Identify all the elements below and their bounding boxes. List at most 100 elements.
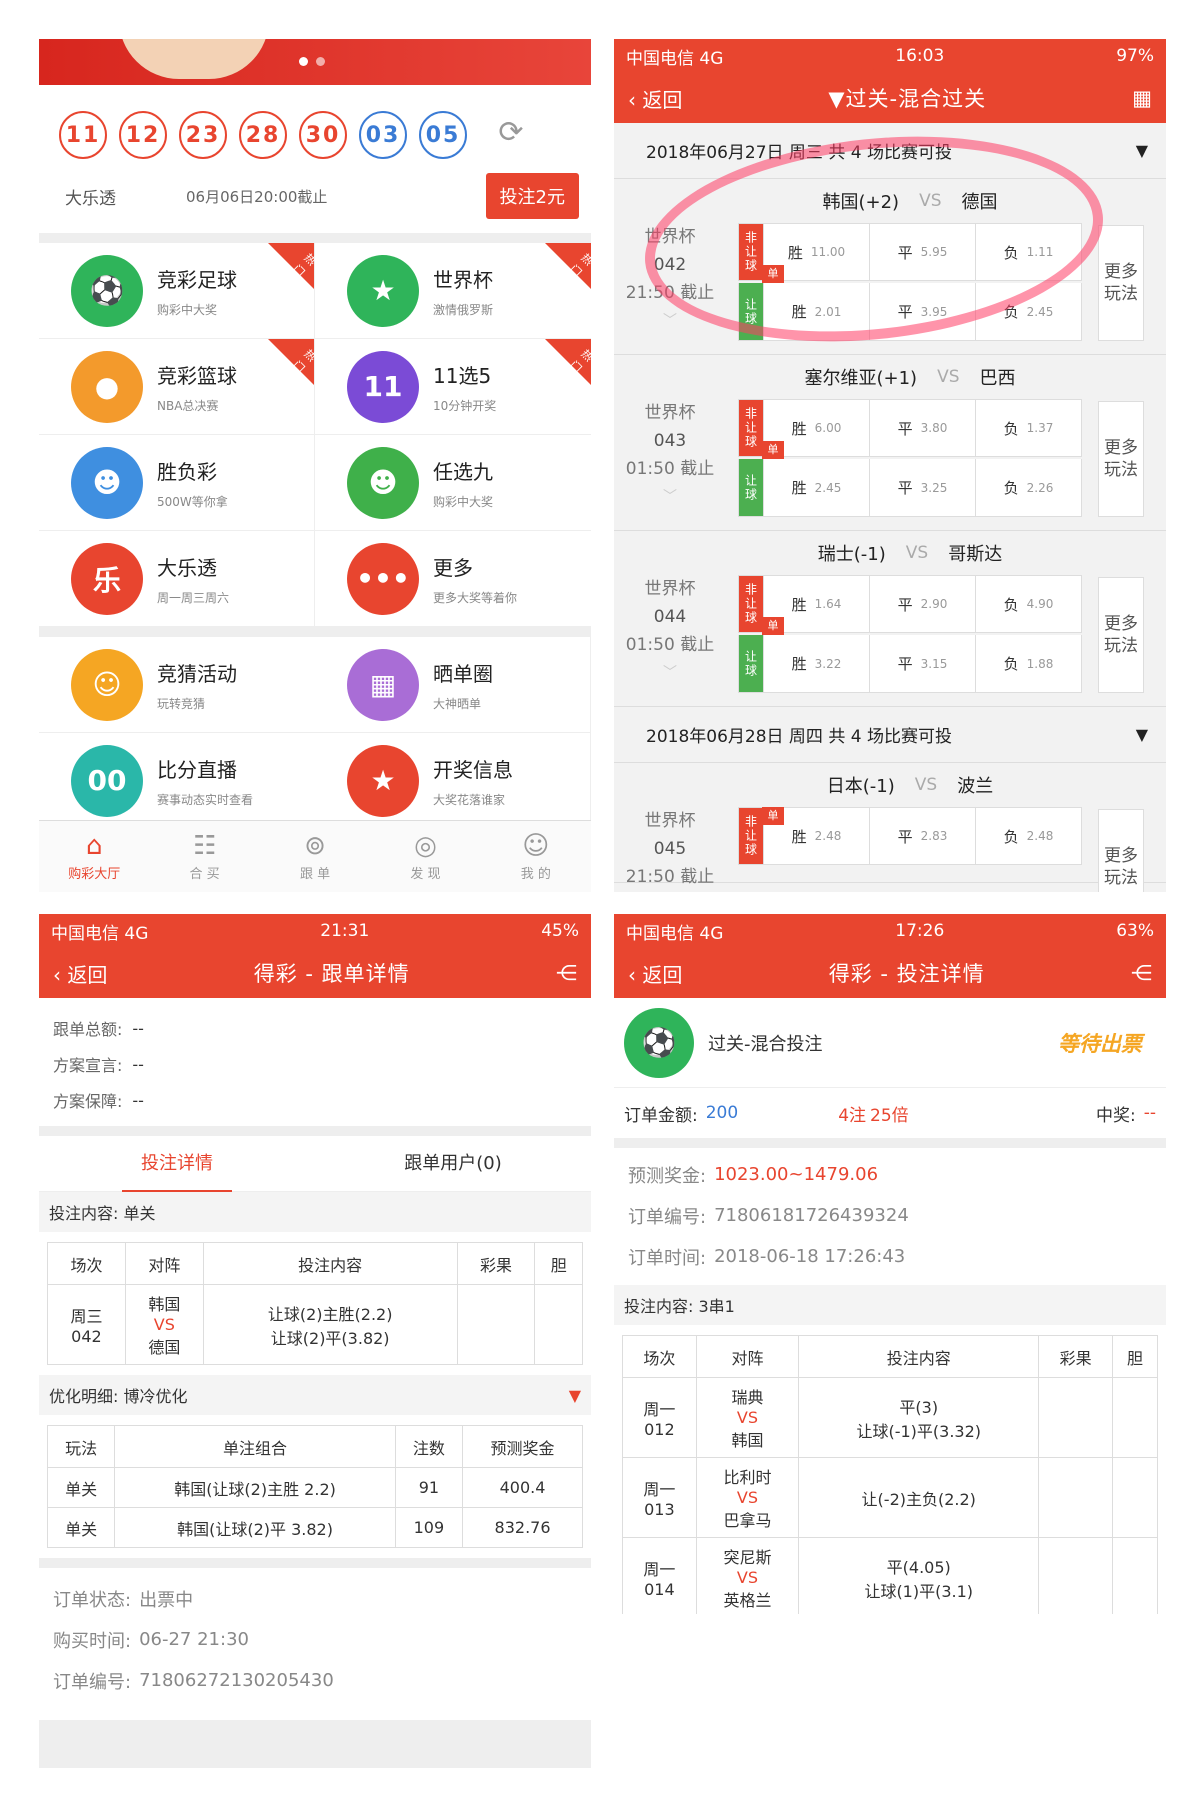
col-header: 玩法: [46, 1425, 116, 1468]
odds-outcome: 负: [1003, 595, 1019, 614]
kid-icon: ☺: [71, 648, 143, 721]
league: 世界杯: [644, 579, 696, 599]
date-header[interactable]: 2018年06月27日 周三 共 4 场比赛可投 ▼: [614, 123, 1166, 179]
odds-outcome: 负: [1003, 479, 1019, 497]
odds-cell[interactable]: 平 2.90: [869, 576, 975, 632]
game-subtitle: 购彩中大奖: [157, 302, 218, 317]
odds-value: 1.11: [1026, 245, 1054, 259]
odds-cell[interactable]: 负 4.90: [975, 576, 1081, 632]
match-num: 042: [653, 255, 687, 275]
odds-value: 2.45: [814, 480, 842, 495]
odds-cell[interactable]: 负 2.48: [975, 808, 1081, 864]
cell: 400.4: [462, 1467, 583, 1508]
game-item[interactable]: 乐大乐透 周一周三周六: [39, 531, 315, 627]
detail-tabs: 投注详情 跟单用户(0): [39, 1136, 591, 1192]
game-item[interactable]: ⚽ 竞彩足球 购彩中大奖 热门: [39, 243, 318, 339]
chevron-down-icon[interactable]: ﹀: [614, 891, 726, 892]
game-item[interactable]: 00 比分直播 赛事动态实时查看: [39, 733, 315, 829]
game-item[interactable]: ☺ 竞猜活动 玩转竞猜: [39, 637, 315, 733]
odds-cell[interactable]: 平 3.80: [869, 400, 975, 456]
tab-home[interactable]: ⌂ 购彩大厅: [39, 821, 149, 892]
more-plays-button[interactable]: 更多玩法: [1098, 809, 1144, 892]
odds-cell[interactable]: 负 2.45: [975, 283, 1081, 340]
game-text: 开奖信息 大奖花落谁家: [433, 754, 513, 808]
chevron-down-icon[interactable]: ﹀: [614, 483, 726, 511]
game-item[interactable]: ★ 开奖信息 大奖花落谁家: [315, 733, 591, 829]
odds-cell[interactable]: 平 2.83: [869, 808, 975, 864]
game-item[interactable]: ••• 更多 更多大奖等着你: [315, 531, 591, 627]
odds-cell[interactable]: 负 2.26: [975, 459, 1081, 516]
tab-follow-users[interactable]: 跟单用户(0): [315, 1136, 591, 1192]
game-item[interactable]: ☻ 任选九 购彩中大奖: [315, 435, 591, 531]
tab-group-buy[interactable]: ☷ 合 买: [149, 821, 259, 892]
game-title: 世界杯: [433, 267, 493, 292]
date-header[interactable]: 2018年06月28日 周四 共 4 场比赛可投 ▼: [614, 707, 1166, 763]
game-item[interactable]: ● 竞彩篮球 NBA总决赛 热门: [39, 339, 318, 435]
league: 世界杯: [644, 227, 696, 247]
page-title[interactable]: ▼过关-混合过关: [828, 83, 986, 113]
back-label: 返回: [642, 87, 683, 112]
odds-cell[interactable]: 平 3.15: [869, 635, 975, 692]
mascot-icon: ☻: [71, 446, 143, 519]
waiting-ticket-stamp: 等待出票: [1058, 1031, 1142, 1056]
odds-cell[interactable]: 平 3.95: [869, 283, 975, 340]
chevron-down-icon[interactable]: ﹀: [614, 659, 726, 687]
more-plays-button[interactable]: 更多玩法: [1098, 225, 1144, 341]
odds-cell[interactable]: 负 1.88: [975, 635, 1081, 692]
away-team: 韩国: [731, 1431, 764, 1450]
value: --: [132, 1054, 144, 1074]
match-cell: 周一 014: [622, 1537, 697, 1614]
match-num: 043: [653, 431, 687, 451]
single-badge: 单: [762, 617, 784, 635]
game-item[interactable]: 11 11选5 10分钟开奖 热门: [315, 339, 591, 435]
promo-banner[interactable]: [39, 39, 591, 85]
odds-cell[interactable]: 负 1.37: [975, 400, 1081, 456]
odds-tag: 让球: [739, 283, 763, 340]
tab-discover[interactable]: ◎ 发 现: [370, 821, 480, 892]
game-text: 任选九 购彩中大奖: [433, 456, 493, 510]
hot-label: 热门: [567, 347, 591, 376]
game-text: 晒单圈 大神晒单: [433, 658, 493, 712]
bet-button[interactable]: 投注2元: [485, 173, 579, 219]
tab-follow[interactable]: ⊚ 跟 单: [260, 821, 370, 892]
mascot-icon: ☻: [347, 446, 419, 519]
odds-cell[interactable]: 胜 2.45: [763, 459, 869, 516]
tab-me[interactable]: ☺ 我 的: [481, 821, 591, 892]
refresh-icon[interactable]: ⟳: [491, 115, 531, 155]
more-plays-button[interactable]: 更多玩法: [1098, 577, 1144, 693]
more-plays-button[interactable]: 更多玩法: [1098, 401, 1144, 517]
odds-cell[interactable]: 平 5.95: [869, 224, 975, 280]
odds-cell[interactable]: 平 3.25: [869, 459, 975, 516]
tab-bet-detail[interactable]: 投注详情: [39, 1136, 315, 1192]
divider: [39, 1126, 591, 1136]
away-team: 波兰: [957, 776, 994, 797]
back-button[interactable]: ‹ 返回: [628, 84, 682, 113]
hot-badge: 热门: [268, 243, 318, 289]
back-button[interactable]: ‹ 返回: [53, 959, 107, 988]
vs-label: VS: [914, 775, 938, 795]
game-subtitle: 500W等你拿: [157, 494, 228, 509]
game-subtitle: 赛事动态实时查看: [157, 792, 254, 807]
share-icon[interactable]: ⋲: [1131, 961, 1152, 985]
odds-cell[interactable]: 负 1.11: [975, 224, 1081, 280]
caret-down-icon: ▼: [1135, 725, 1148, 744]
home-team: 韩国: [148, 1295, 181, 1314]
game-item[interactable]: ▦ 晒单圈 大神晒单: [315, 637, 591, 733]
match-day: 周一: [643, 1400, 676, 1419]
chevron-down-icon[interactable]: ﹀: [614, 307, 726, 335]
odds-cell[interactable]: 胜 3.22: [763, 635, 869, 692]
share-icon[interactable]: ⋲: [556, 961, 577, 985]
odds-cell[interactable]: 胜 2.01: [763, 283, 869, 340]
label: 中奖:: [1095, 1105, 1136, 1126]
battery: 63%: [1116, 921, 1154, 941]
back-button[interactable]: ‹ 返回: [628, 959, 682, 988]
game-item[interactable]: ☻ 胜负彩 500W等你拿: [39, 435, 315, 531]
optimize-header[interactable]: 优化明细: 博冷优化 ▼: [39, 1375, 591, 1415]
order-time-row: 订单时间: 2018-06-18 17:26:43: [614, 1236, 1166, 1277]
game-item[interactable]: ★ 世界杯 激情俄罗斯 热门: [315, 243, 591, 339]
odds-value: 2.48: [814, 829, 842, 843]
match-num: 044: [653, 607, 687, 627]
filter-icon[interactable]: ▦: [1132, 86, 1152, 110]
game-subtitle: 激情俄罗斯: [433, 302, 494, 317]
cutoff-time: 01:50 截止: [625, 635, 715, 655]
